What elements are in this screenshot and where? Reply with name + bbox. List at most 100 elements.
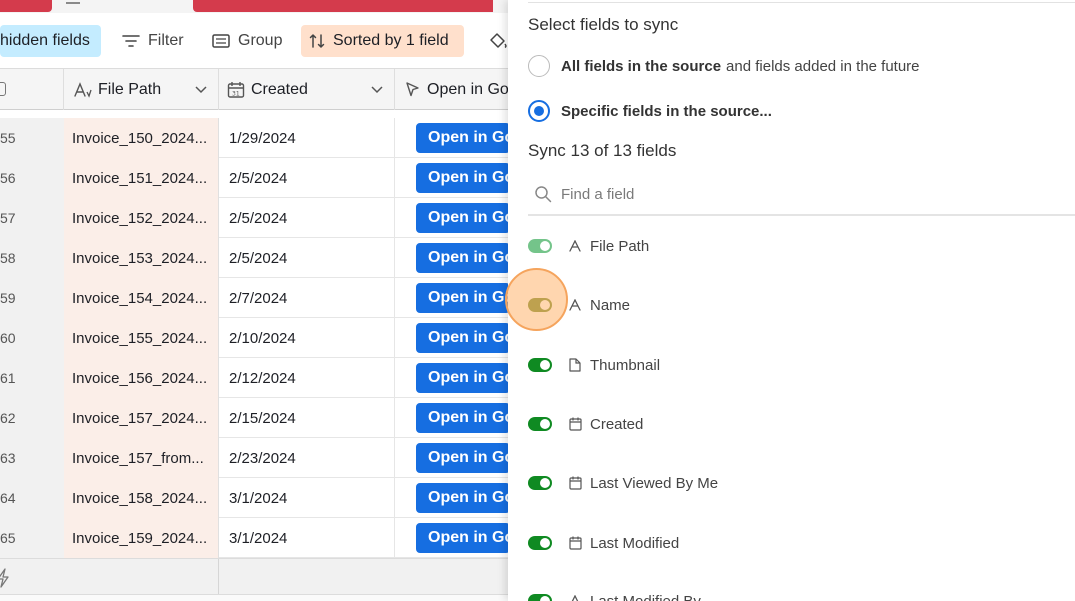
field-item-thumbnail[interactable]: Thumbnail: [528, 353, 660, 377]
file-path-cell[interactable]: Invoice_150_2024...: [64, 118, 219, 158]
table-row[interactable]: 55 Invoice_150_2024... 1/29/2024 Open in…: [0, 118, 510, 158]
field-toggle[interactable]: [528, 476, 552, 490]
table-tab[interactable]: [0, 0, 52, 12]
file-path-cell[interactable]: Invoice_152_2024...: [64, 198, 219, 238]
sort-button[interactable]: Sorted by 1 field: [301, 25, 464, 57]
table-row[interactable]: 58 Invoice_153_2024... 2/5/2024 Open in …: [0, 238, 510, 278]
table-row[interactable]: 62 Invoice_157_2024... 2/15/2024 Open in…: [0, 398, 510, 438]
filter-icon: [122, 35, 140, 47]
created-cell[interactable]: 2/7/2024: [219, 278, 395, 318]
sort-label: Sorted by 1 field: [333, 32, 449, 49]
file-path-cell[interactable]: Invoice_155_2024...: [64, 318, 219, 358]
open-button[interactable]: Open in Go: [416, 323, 510, 353]
radio-all-label-rest: and fields added in the future: [726, 57, 920, 75]
radio-button[interactable]: [528, 55, 550, 77]
column-header-file-path[interactable]: File Path: [64, 69, 219, 110]
open-button[interactable]: Open in Go: [416, 443, 510, 473]
paint-bucket-icon: [490, 33, 507, 49]
table-row[interactable]: 63 Invoice_157_from... 2/23/2024 Open in…: [0, 438, 510, 478]
created-cell[interactable]: 2/5/2024: [219, 198, 395, 238]
table-row[interactable]: 57 Invoice_152_2024... 2/5/2024 Open in …: [0, 198, 510, 238]
table-tab[interactable]: [193, 0, 493, 12]
calendar-icon: [568, 417, 582, 431]
tab-icon: [66, 0, 80, 4]
open-button[interactable]: Open in Go: [416, 163, 510, 193]
open-button[interactable]: Open in Go: [416, 283, 510, 313]
open-button[interactable]: Open in Go: [416, 363, 510, 393]
open-button[interactable]: Open in Go: [416, 523, 510, 553]
file-path-cell[interactable]: Invoice_156_2024...: [64, 358, 219, 398]
file-path-cell[interactable]: Invoice_157_2024...: [64, 398, 219, 438]
filter-button[interactable]: Filter: [114, 25, 192, 57]
file-path-cell[interactable]: Invoice_153_2024...: [64, 238, 219, 278]
row-number: 60: [0, 318, 64, 358]
top-tab-strip: [0, 0, 510, 13]
open-button[interactable]: Open in Go: [416, 243, 510, 273]
open-button[interactable]: Open in Go: [416, 123, 510, 153]
column-header-created[interactable]: 31 Created: [219, 69, 395, 110]
column-header-open[interactable]: Open in Go: [395, 69, 510, 110]
field-toggle[interactable]: [528, 417, 552, 431]
select-all-checkbox[interactable]: [0, 82, 6, 96]
field-item-last-viewed[interactable]: Last Viewed By Me: [528, 471, 718, 495]
file-path-cell[interactable]: Invoice_157_from...: [64, 438, 219, 478]
field-label: Created: [590, 415, 644, 433]
field-toggle[interactable]: [528, 239, 552, 253]
group-button[interactable]: Group: [204, 25, 290, 57]
hidden-fields-label: hidden fields: [0, 32, 90, 49]
file-path-cell[interactable]: Invoice_159_2024...: [64, 518, 219, 558]
field-label: File Path: [590, 237, 650, 255]
created-cell[interactable]: 3/1/2024: [219, 478, 395, 518]
table-row[interactable]: 61 Invoice_156_2024... 2/12/2024 Open in…: [0, 358, 510, 398]
table-row[interactable]: 60 Invoice_155_2024... 2/10/2024 Open in…: [0, 318, 510, 358]
radio-all-fields[interactable]: All fields in the source and fields adde…: [528, 55, 920, 77]
file-icon: [568, 358, 582, 372]
created-cell[interactable]: 2/10/2024: [219, 318, 395, 358]
created-cell[interactable]: 2/5/2024: [219, 238, 395, 278]
created-cell[interactable]: 1/29/2024: [219, 118, 395, 158]
column-header-label: Open in Go: [427, 80, 509, 98]
hidden-fields-button[interactable]: hidden fields: [0, 25, 101, 57]
calendar-icon: [568, 476, 582, 490]
field-item-last-modified[interactable]: Last Modified: [528, 531, 679, 555]
open-button[interactable]: Open in Go: [416, 403, 510, 433]
created-cell[interactable]: 2/5/2024: [219, 158, 395, 198]
lightning-icon[interactable]: [0, 568, 10, 588]
chevron-down-icon[interactable]: [370, 82, 384, 96]
table-row[interactable]: 65 Invoice_159_2024... 3/1/2024 Open in …: [0, 518, 510, 558]
field-label: Last Modified By: [590, 592, 701, 601]
column-header-label: File Path: [98, 80, 162, 98]
svg-text:31: 31: [232, 90, 240, 97]
field-toggle[interactable]: [528, 358, 552, 372]
open-button[interactable]: Open in Go: [416, 203, 510, 233]
table-row[interactable]: 59 Invoice_154_2024... 2/7/2024 Open in …: [0, 278, 510, 318]
created-cell[interactable]: 2/15/2024: [219, 398, 395, 438]
search-input[interactable]: [561, 185, 961, 203]
created-cell[interactable]: 2/12/2024: [219, 358, 395, 398]
field-item-file-path[interactable]: File Path: [528, 234, 649, 258]
radio-specific-fields[interactable]: Specific fields in the source...: [528, 100, 777, 122]
field-item-created[interactable]: Created: [528, 412, 643, 436]
group-icon: [212, 34, 230, 48]
table-row[interactable]: 64 Invoice_158_2024... 3/1/2024 Open in …: [0, 478, 510, 518]
file-path-cell[interactable]: Invoice_154_2024...: [64, 278, 219, 318]
field-toggle[interactable]: [528, 594, 552, 601]
radio-button-selected[interactable]: [528, 100, 550, 122]
field-item-last-modified-by[interactable]: Last Modified By: [528, 589, 701, 601]
created-cell[interactable]: 2/23/2024: [219, 438, 395, 478]
field-toggle[interactable]: [528, 536, 552, 550]
field-label: Last Viewed By Me: [590, 474, 719, 492]
radio-all-label-bold: All fields in the source: [561, 57, 722, 75]
filter-label: Filter: [148, 32, 184, 49]
group-label: Group: [238, 32, 283, 49]
row-number: 62: [0, 398, 64, 438]
chevron-down-icon[interactable]: [194, 82, 208, 96]
file-path-cell[interactable]: Invoice_158_2024...: [64, 478, 219, 518]
table-row[interactable]: 56 Invoice_151_2024... 2/5/2024 Open in …: [0, 158, 510, 198]
text-icon: [568, 299, 582, 311]
created-cell[interactable]: 3/1/2024: [219, 518, 395, 558]
text-icon: [568, 240, 582, 252]
column-header-label: Created: [251, 80, 308, 98]
file-path-cell[interactable]: Invoice_151_2024...: [64, 158, 219, 198]
open-button[interactable]: Open in Go: [416, 483, 510, 513]
